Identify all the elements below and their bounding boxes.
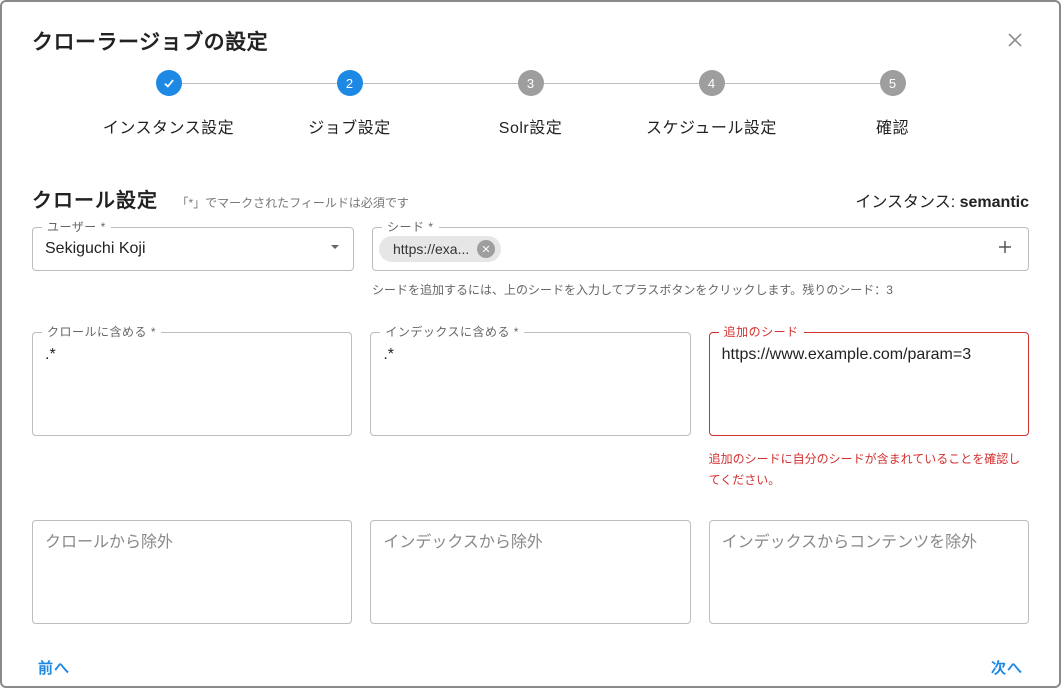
include-index-input[interactable] (370, 332, 690, 436)
close-icon (1006, 31, 1024, 49)
seed-field-col: シード * https://exa... シードを追加するには、上のシードを入力… (372, 227, 1029, 300)
extra-seed-label: 追加のシード (719, 323, 804, 340)
include-index-label: インデックスに含める * (380, 323, 524, 340)
step-circle: 4 (699, 70, 725, 96)
step-label: 確認 (802, 114, 983, 138)
extra-seed-error: 追加のシードに自分のシードが含まれていることを確認してください。 (709, 449, 1029, 490)
step-job[interactable]: 2 ジョブ設定 (259, 70, 440, 138)
exclude-crawl-input[interactable] (32, 520, 352, 624)
chip-remove-button[interactable] (477, 240, 495, 258)
section-title: クロール設定 (32, 190, 158, 212)
step-label: ジョブ設定 (259, 114, 440, 138)
dialog-footer: 前へ 次へ (32, 657, 1029, 678)
step-circle: 3 (518, 70, 544, 96)
plus-icon (996, 238, 1014, 256)
instance-indicator: インスタンス: semantic (855, 188, 1029, 212)
step-label: スケジュール設定 (621, 114, 802, 138)
close-button[interactable] (1001, 26, 1029, 54)
include-index-field: インデックスに含める * (370, 332, 690, 441)
step-schedule[interactable]: 4 スケジュール設定 (621, 70, 802, 138)
next-button[interactable]: 次へ (991, 657, 1023, 678)
step-confirm[interactable]: 5 確認 (802, 70, 983, 138)
seed-chip-text: https://exa... (393, 241, 469, 257)
include-crawl-field: クロールに含める * (32, 332, 352, 441)
seed-add-button[interactable] (992, 238, 1018, 261)
user-label: ユーザー * (42, 218, 111, 235)
chevron-down-icon (329, 240, 341, 258)
step-circle-done (156, 70, 182, 96)
step-circle-active: 2 (337, 70, 363, 96)
extra-seed-field: 追加のシード 追加のシードに自分のシードが含まれていることを確認してください。 (709, 332, 1029, 490)
check-icon (162, 76, 176, 90)
exclude-content-input[interactable] (709, 520, 1029, 624)
seed-helper-text: シードを追加するには、上のシードを入力してプラスボタンをクリックします。残りのシ… (372, 281, 1029, 300)
section-hint: 「*」でマークされたフィールドは必須です (176, 196, 408, 210)
step-solr[interactable]: 3 Solr設定 (440, 70, 621, 138)
instance-prefix: インスタンス: (855, 194, 959, 211)
step-instance[interactable]: インスタンス設定 (78, 70, 259, 138)
step-label: Solr設定 (440, 114, 621, 138)
exclude-index-field (370, 520, 690, 629)
step-label: インスタンス設定 (78, 114, 259, 138)
stepper: インスタンス設定 2 ジョブ設定 3 Solr設定 4 スケジュール設定 5 確… (78, 70, 983, 138)
section-header: クロール設定 「*」でマークされたフィールドは必須です インスタンス: sema… (32, 184, 1029, 213)
user-field: ユーザー * Sekiguchi Koji (32, 227, 354, 300)
instance-name: semantic (960, 194, 1029, 211)
seed-chip[interactable]: https://exa... (379, 236, 501, 262)
crawler-job-dialog: クローラージョブの設定 インスタンス設定 2 ジョブ設定 3 Solr設定 4 … (0, 0, 1061, 688)
exclude-index-input[interactable] (370, 520, 690, 624)
seed-label: シード * (382, 218, 439, 235)
close-icon (481, 244, 491, 254)
user-select-value: Sekiguchi Koji (45, 240, 146, 258)
exclude-content-field (709, 520, 1029, 629)
prev-button[interactable]: 前へ (38, 657, 70, 678)
include-crawl-input[interactable] (32, 332, 352, 436)
dialog-title: クローラージョブの設定 (32, 26, 268, 56)
include-crawl-label: クロールに含める * (42, 323, 161, 340)
seed-input[interactable]: https://exa... (372, 227, 1029, 271)
exclude-crawl-field (32, 520, 352, 629)
step-circle: 5 (880, 70, 906, 96)
extra-seed-input[interactable] (709, 332, 1029, 436)
dialog-header: クローラージョブの設定 (32, 26, 1029, 56)
